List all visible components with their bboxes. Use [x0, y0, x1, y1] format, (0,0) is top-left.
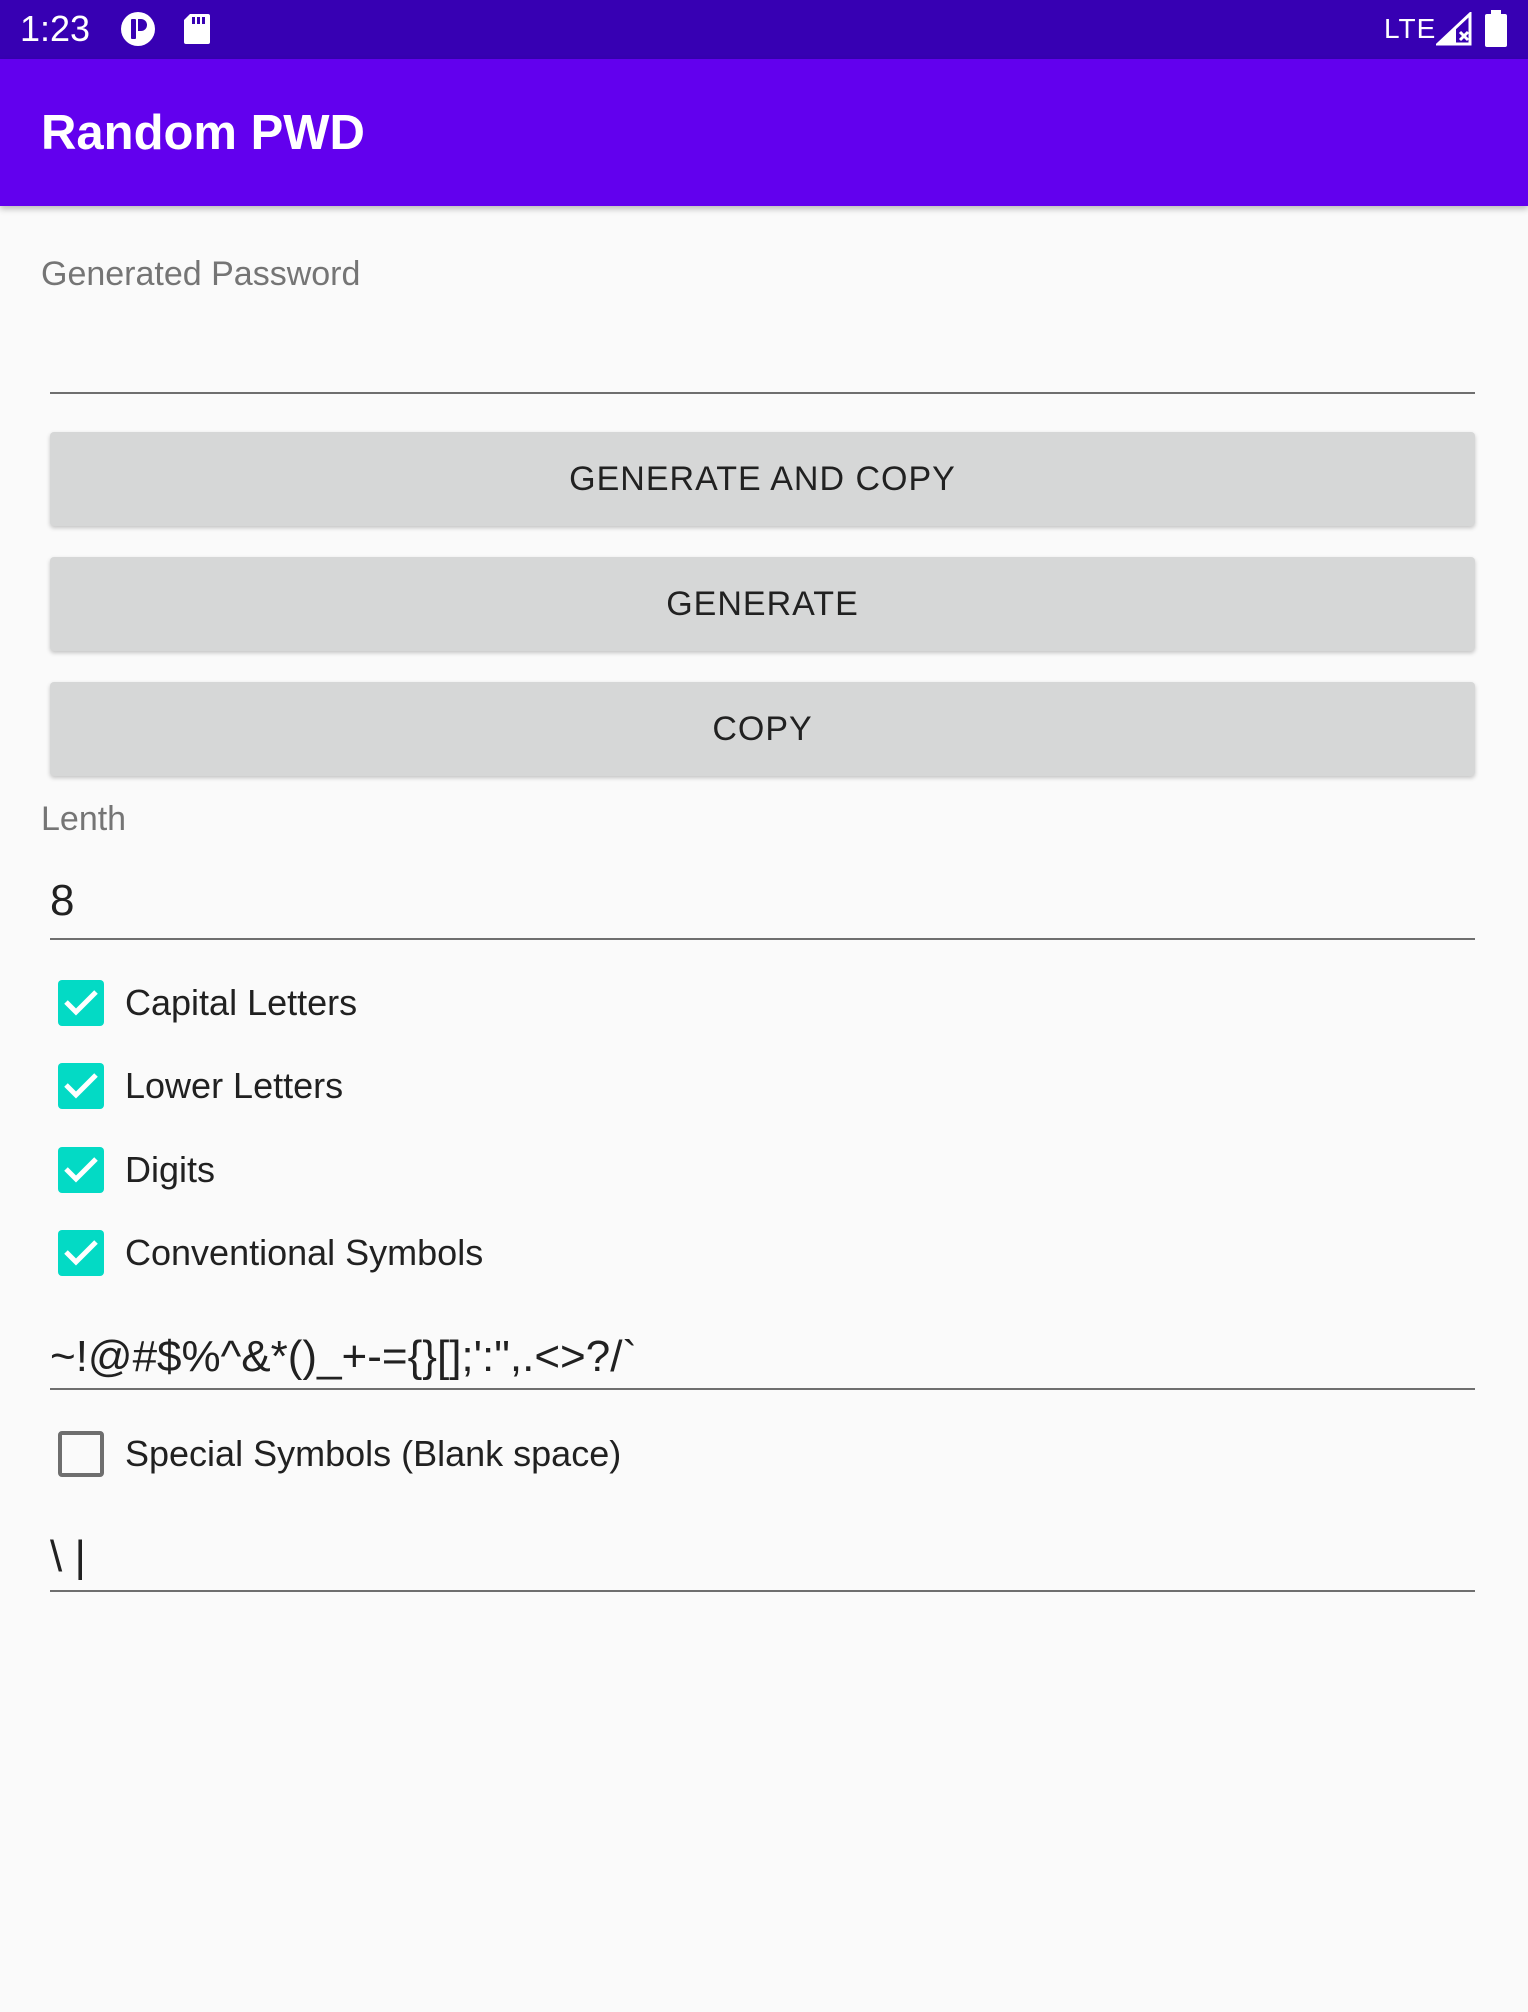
length-field[interactable]: 8: [50, 860, 1475, 940]
length-label: Lenth: [41, 800, 127, 838]
checkbox-checked-icon: [58, 1230, 104, 1276]
special-symbols-value: \ |: [50, 1532, 86, 1581]
generated-password-field[interactable]: [50, 300, 1475, 394]
digits-label: Digits: [125, 1149, 216, 1190]
capital-letters-label: Capital Letters: [125, 982, 358, 1023]
signal-icon: [1436, 12, 1472, 46]
generate-and-copy-button[interactable]: GENERATE AND COPY: [50, 432, 1475, 526]
conventional-symbols-field[interactable]: ~!@#$%^&*()_+-={}[];':",.<>?/`: [50, 1310, 1475, 1390]
checkbox-checked-icon: [58, 980, 104, 1026]
status-time: 1:23: [20, 8, 91, 49]
battery-icon: [1485, 10, 1507, 47]
app-notification-icon: [121, 12, 155, 46]
conventional-symbols-label: Conventional Symbols: [125, 1232, 484, 1273]
checkbox-unchecked-icon: [58, 1431, 104, 1477]
sd-card-icon: [184, 14, 210, 44]
screen: 1:23 LTE Random PWD Generated Password G…: [0, 0, 1528, 2012]
generated-password-label: Generated Password: [41, 255, 361, 293]
lower-letters-label: Lower Letters: [125, 1065, 344, 1106]
generate-button[interactable]: GENERATE: [50, 557, 1475, 651]
length-value: 8: [50, 876, 75, 925]
special-symbols-field[interactable]: \ |: [50, 1512, 1475, 1592]
checkbox-checked-icon: [58, 1063, 104, 1109]
app-bar: Random PWD: [0, 59, 1528, 206]
checkbox-checked-icon: [58, 1147, 104, 1193]
special-symbols-label: Special Symbols (Blank space): [125, 1433, 622, 1474]
conventional-symbols-value: ~!@#$%^&*()_+-={}[];':",.<>?/`: [50, 1332, 638, 1381]
copy-button[interactable]: COPY: [50, 682, 1475, 776]
status-bar: 1:23 LTE: [0, 0, 1528, 59]
app-title: Random PWD: [41, 106, 365, 160]
network-type: LTE: [1384, 13, 1437, 44]
